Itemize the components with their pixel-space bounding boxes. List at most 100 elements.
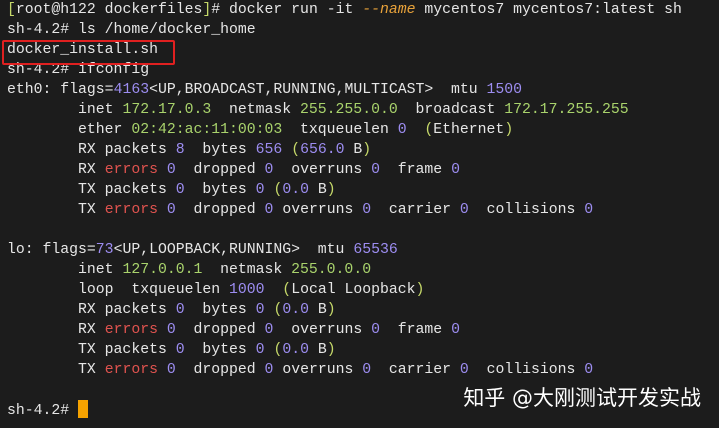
terminal-text: ) — [362, 142, 372, 158]
terminal-text: 1500 — [486, 82, 523, 98]
terminal-text: [ — [7, 2, 16, 18]
terminal-text: overruns — [273, 322, 372, 338]
terminal-text: 0 — [371, 322, 381, 338]
terminal-text: 255.0.0.0 — [291, 262, 372, 278]
terminal-line: [root@h122 dockerfiles]# docker run -it … — [7, 0, 682, 20]
terminal-text: netmask — [211, 102, 301, 118]
terminal-text: 656 — [255, 142, 283, 158]
terminal-text: 172.17.0.3 — [122, 102, 212, 118]
terminal-text: 1000 — [229, 282, 265, 298]
terminal-text: 0 — [175, 342, 185, 358]
terminal-text: overruns — [273, 202, 363, 218]
terminal-text: mycentos7 mycentos7:latest sh — [415, 2, 682, 18]
terminal-text: RX — [7, 322, 105, 338]
terminal-text: frame — [380, 162, 452, 178]
terminal-text: bytes — [184, 182, 256, 198]
terminal-line: TX packets 0 bytes 0 (0.0 B) — [7, 340, 682, 360]
terminal-text: 127.0.0.1 — [122, 262, 203, 278]
terminal-text: ( — [273, 342, 283, 358]
terminal-line: inet 172.17.0.3 netmask 255.255.0.0 broa… — [7, 100, 682, 120]
terminal-text: ) — [326, 342, 336, 358]
terminal-text: TX — [7, 362, 105, 378]
terminal-text: ( — [273, 182, 283, 198]
terminal-text: 4163 — [113, 82, 150, 98]
terminal-text: B — [344, 142, 363, 158]
terminal-text: errors — [104, 322, 158, 338]
terminal-text: collisions — [468, 362, 585, 378]
terminal-text: ( — [282, 282, 292, 298]
terminal-text: 255.255.0.0 — [300, 102, 398, 118]
terminal-text: ( — [273, 302, 283, 318]
terminal-line: TX errors 0 dropped 0 overruns 0 carrier… — [7, 360, 682, 380]
terminal-text: ether — [7, 122, 132, 138]
terminal-text: 0 — [166, 322, 176, 338]
terminal-text: sh-4.2# — [7, 403, 79, 419]
terminal-text: RX packets — [7, 142, 176, 158]
terminal-text: 0 — [397, 122, 407, 138]
terminal-line: RX errors 0 dropped 0 overruns 0 frame 0 — [7, 160, 682, 180]
terminal-line: TX packets 0 bytes 0 (0.0 B) — [7, 180, 682, 200]
terminal-line: eth0: flags=4163<UP,BROADCAST,RUNNING,MU… — [7, 80, 682, 100]
watermark: 知乎 @大刚测试开发实战 — [463, 386, 701, 410]
terminal-line: RX packets 8 bytes 656 (656.0 B) — [7, 140, 682, 160]
terminal-line: ether 02:42:ac:11:00:03 txqueuelen 0 (Et… — [7, 120, 682, 140]
terminal-text: ) — [326, 182, 336, 198]
terminal-text: 0 — [362, 362, 372, 378]
terminal-text: collisions — [468, 202, 585, 218]
terminal-text: errors — [104, 362, 158, 378]
terminal-text: 0 — [362, 202, 372, 218]
terminal-text: ( — [424, 122, 434, 138]
terminal-text: 0 — [451, 162, 460, 178]
terminal-text: B — [308, 342, 327, 358]
cursor — [78, 400, 89, 418]
terminal-text: 73 — [95, 242, 114, 258]
terminal-text: errors — [104, 162, 158, 178]
terminal-line: sh-4.2# ls /home/docker_home — [7, 20, 682, 40]
terminal-text: carrier — [371, 202, 460, 218]
terminal-text: ( — [291, 142, 301, 158]
terminal-line: RX packets 0 bytes 0 (0.0 B) — [7, 300, 682, 320]
terminal-text: B — [308, 302, 327, 318]
terminal-line: inet 127.0.0.1 netmask 255.0.0.0 — [7, 260, 682, 280]
terminal-text: frame — [380, 322, 452, 338]
terminal-text: 0 — [175, 182, 185, 198]
terminal-text: TX — [7, 202, 105, 218]
highlight-box — [2, 40, 175, 65]
terminal-text: RX packets — [7, 302, 176, 318]
terminal-text: 0 — [255, 302, 265, 318]
terminal-text: errors — [104, 202, 158, 218]
terminal-text: RX — [7, 162, 105, 178]
terminal-line: TX errors 0 dropped 0 overruns 0 carrier… — [7, 200, 682, 220]
terminal-text: broadcast — [397, 102, 505, 118]
terminal-text: carrier — [371, 362, 460, 378]
terminal-text: dropped — [175, 362, 265, 378]
terminal-line: loop txqueuelen 1000 (Local Loopback) — [7, 280, 682, 300]
terminal-text: 0.0 — [282, 182, 309, 198]
terminal-text: <UP,BROADCAST,RUNNING,MULTICAST> mtu — [149, 82, 487, 98]
terminal-text: lo: flags= — [7, 242, 96, 258]
terminal-text: 0 — [255, 182, 265, 198]
terminal-text: Local Loopback — [291, 282, 416, 298]
terminal-text: 172.17.255.255 — [504, 102, 629, 118]
terminal-text: inet — [7, 262, 123, 278]
terminal-text: Ethernet — [433, 122, 505, 138]
terminal-text: TX packets — [7, 182, 176, 198]
terminal-text: 8 — [175, 142, 185, 158]
terminal-text: bytes — [184, 142, 256, 158]
terminal-text: 02:42:ac:11:00:03 — [131, 122, 283, 138]
terminal-text: 0 — [175, 302, 185, 318]
terminal-text: ) — [504, 122, 514, 138]
terminal-text: bytes — [184, 302, 256, 318]
terminal-text: inet — [7, 102, 123, 118]
terminal-text: 0 — [584, 202, 594, 218]
terminal-text: 0 — [371, 162, 381, 178]
terminal-text: sh-4.2# ls /home/docker_home — [7, 22, 256, 38]
terminal-text: ] — [202, 2, 212, 18]
terminal-line: lo: flags=73<UP,LOOPBACK,RUNNING> mtu 65… — [7, 240, 682, 260]
terminal-text: # docker run -it — [211, 2, 363, 18]
